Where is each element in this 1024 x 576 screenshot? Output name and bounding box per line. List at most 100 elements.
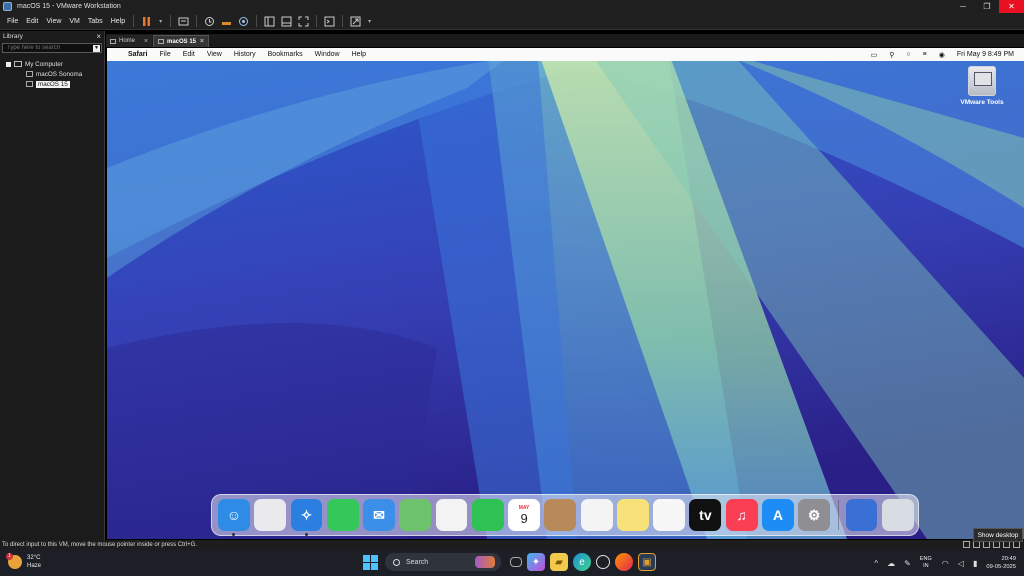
dock-downloads-stack-icon[interactable] bbox=[845, 499, 878, 531]
restore-button[interactable]: ❐ bbox=[975, 0, 999, 13]
file-explorer-icon[interactable]: ▰ bbox=[550, 553, 568, 571]
library-search-input[interactable] bbox=[7, 45, 87, 51]
library-header: Library × bbox=[0, 31, 104, 41]
desktop-wallpaper bbox=[107, 48, 1024, 539]
dock-app-store-icon[interactable]: A bbox=[761, 499, 794, 531]
revert-snapshot-icon[interactable] bbox=[220, 15, 233, 28]
vmware-statusbar: To direct input to this VM, move the mou… bbox=[0, 540, 1024, 550]
chevron-up-icon[interactable]: ^ bbox=[874, 559, 878, 568]
wifi-icon[interactable]: ◠ bbox=[942, 559, 949, 568]
chevron-down-icon[interactable]: ▾ bbox=[157, 15, 164, 28]
menu-edit[interactable]: Edit bbox=[22, 18, 42, 25]
siri-icon[interactable]: ◉ bbox=[939, 51, 945, 59]
chevron-down-icon[interactable]: ▾ bbox=[366, 15, 373, 28]
chevron-down-icon[interactable]: ▼ bbox=[93, 45, 100, 52]
dock-contacts-icon[interactable] bbox=[544, 499, 577, 531]
console-icon[interactable] bbox=[323, 15, 336, 28]
pen-icon[interactable]: ✎ bbox=[904, 559, 911, 568]
dock-music-icon[interactable]: ♫ bbox=[725, 499, 758, 531]
battery-icon[interactable]: ▮ bbox=[973, 559, 977, 568]
search-icon[interactable]: ○ bbox=[906, 51, 910, 58]
fullscreen-icon[interactable] bbox=[297, 15, 310, 28]
task-view-icon[interactable] bbox=[510, 557, 522, 567]
dock-maps-icon[interactable] bbox=[399, 499, 432, 531]
close-button[interactable]: ✕ bbox=[999, 0, 1024, 13]
taskbar-search[interactable]: Search bbox=[385, 553, 501, 571]
mac-menu-help[interactable]: Help bbox=[352, 51, 366, 58]
library-search[interactable]: ▼ bbox=[2, 43, 102, 53]
tree-item-my-computer[interactable]: My Computer bbox=[0, 59, 104, 69]
snapshot-manager-icon[interactable] bbox=[237, 15, 250, 28]
dock-glyph: A bbox=[772, 507, 783, 523]
vm-icon bbox=[158, 39, 164, 44]
tree-item-macos-15[interactable]: macOS 15 bbox=[0, 79, 104, 89]
running-indicator bbox=[232, 533, 235, 536]
minimize-button[interactable]: ─ bbox=[951, 0, 975, 13]
library-close-icon[interactable]: × bbox=[96, 32, 101, 41]
mac-menu-safari[interactable]: Safari bbox=[128, 51, 147, 58]
snapshot-icon[interactable] bbox=[203, 15, 216, 28]
dock-facetime-icon[interactable] bbox=[471, 499, 504, 531]
display-icon[interactable] bbox=[1013, 541, 1020, 548]
dock-apple-tv-icon[interactable]: tv bbox=[689, 499, 722, 531]
vmware-taskbar-icon[interactable]: ▣ bbox=[638, 553, 656, 571]
menu-tabs[interactable]: Tabs bbox=[84, 18, 107, 25]
menu-file[interactable]: File bbox=[3, 18, 22, 25]
volume-icon[interactable]: ◁ bbox=[958, 559, 964, 568]
dock-mail-icon[interactable]: ✉ bbox=[363, 499, 395, 531]
dock-reminders-icon[interactable] bbox=[580, 499, 613, 531]
battery-icon[interactable]: ▭ bbox=[871, 51, 878, 59]
mac-menu-edit[interactable]: Edit bbox=[183, 51, 195, 58]
search-icon bbox=[393, 558, 400, 566]
dock-notes-icon[interactable] bbox=[616, 499, 649, 531]
cd-icon[interactable] bbox=[973, 541, 980, 548]
tab-home[interactable]: Home × bbox=[106, 35, 152, 47]
copilot-icon[interactable]: ✦ bbox=[527, 553, 545, 571]
dock-photos-icon[interactable] bbox=[435, 499, 468, 531]
dock-launchpad-icon[interactable] bbox=[254, 499, 287, 531]
mac-menu-file[interactable]: File bbox=[159, 51, 170, 58]
weather-widget[interactable]: 1 32°C Haze bbox=[6, 553, 41, 570]
network-icon[interactable] bbox=[983, 541, 990, 548]
windows-start-icon[interactable] bbox=[361, 553, 379, 571]
usb-icon[interactable] bbox=[993, 541, 1000, 548]
accessibility-icon[interactable]: ⚲ bbox=[889, 51, 894, 59]
close-icon[interactable]: × bbox=[200, 38, 204, 45]
stretch-icon[interactable] bbox=[349, 15, 362, 28]
collapse-icon[interactable] bbox=[6, 61, 11, 67]
mac-menu-window[interactable]: Window bbox=[315, 51, 340, 58]
menu-help[interactable]: Help bbox=[107, 18, 129, 25]
thumbnail-view-icon[interactable] bbox=[280, 15, 293, 28]
vm-console[interactable]: Safari File Edit View History Bookmarks … bbox=[107, 48, 1024, 539]
desktop-item-vmware-tools[interactable]: VMware Tools bbox=[954, 66, 1010, 106]
mac-menu-bookmarks[interactable]: Bookmarks bbox=[268, 51, 303, 58]
dock-safari-icon[interactable]: ✧ bbox=[290, 499, 323, 536]
menu-view[interactable]: View bbox=[42, 18, 65, 25]
menu-vm[interactable]: VM bbox=[65, 18, 84, 25]
pause-icon[interactable] bbox=[140, 15, 153, 28]
edge-icon[interactable]: e bbox=[573, 553, 591, 571]
tab-macos-15[interactable]: macOS 15 × bbox=[153, 35, 209, 47]
firefox-icon[interactable] bbox=[615, 553, 633, 571]
tree-item-macos-sonoma[interactable]: macOS Sonoma bbox=[0, 69, 104, 79]
library-panel: Library × ▼ My Computer macOS Sonoma mac… bbox=[0, 31, 105, 540]
chrome-icon[interactable] bbox=[596, 555, 610, 569]
dock-trash-icon[interactable] bbox=[881, 499, 914, 531]
dock-freeform-icon[interactable] bbox=[653, 499, 686, 531]
language-indicator[interactable]: ENG IN bbox=[920, 556, 932, 570]
send-keys-icon[interactable] bbox=[177, 15, 190, 28]
dock-calendar-icon[interactable]: MAY 9 bbox=[508, 499, 540, 531]
mac-clock[interactable]: Fri May 9 8:49 PM bbox=[957, 51, 1014, 58]
dock-system-settings-icon[interactable]: ⚙ bbox=[798, 499, 831, 531]
control-center-icon[interactable]: ≡ bbox=[923, 51, 927, 58]
mac-menu-view[interactable]: View bbox=[207, 51, 222, 58]
dock-messages-icon[interactable] bbox=[326, 499, 359, 531]
dock-finder-icon[interactable]: ☺ bbox=[218, 499, 250, 536]
taskbar-clock[interactable]: 20:49 09-05-2025 bbox=[986, 555, 1016, 571]
onedrive-icon[interactable]: ☁ bbox=[887, 559, 895, 568]
hdd-icon[interactable] bbox=[963, 541, 970, 548]
close-icon[interactable]: × bbox=[144, 38, 148, 45]
library-view-icon[interactable] bbox=[263, 15, 276, 28]
mac-menu-history[interactable]: History bbox=[234, 51, 256, 58]
sound-icon[interactable] bbox=[1003, 541, 1010, 548]
